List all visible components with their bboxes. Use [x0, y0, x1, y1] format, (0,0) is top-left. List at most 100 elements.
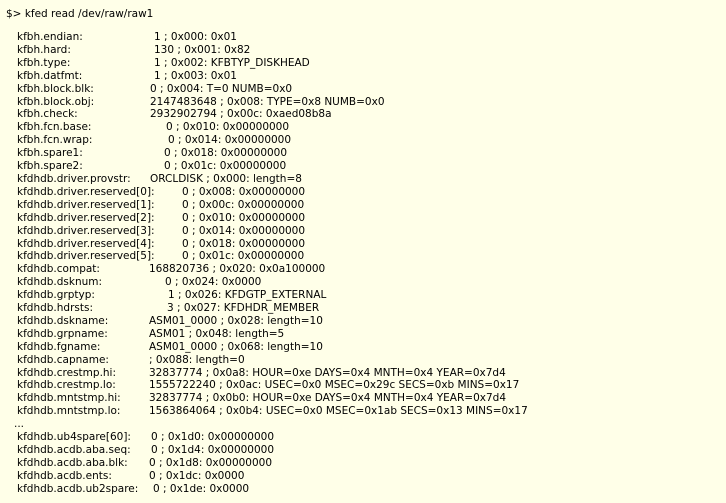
- field-value: 0 ; 0x1de: 0x0000: [153, 482, 250, 495]
- output-line: kfdhdb.dskname: ASM01_0000 ; 0x028: lengt…: [17, 315, 323, 328]
- field-name: kfdhdb.acdb.aba.blk:: [17, 456, 128, 469]
- field-name: kfdhdb.compat:: [17, 263, 100, 276]
- output-line: kfdhdb.driver.reserved[0]: 0 ; 0x008: 0x0…: [17, 186, 305, 199]
- field-name: kfdhdb.capname:: [17, 353, 109, 366]
- field-name: kfdhdb.grptyp:: [17, 289, 95, 302]
- output-line: kfbh.fcn.wrap: 0 ; 0x014: 0x00000000: [17, 134, 291, 147]
- field-value: 0 ; 0x01c: 0x00000000: [164, 160, 287, 173]
- output-line: kfdhdb.fgname: ASM01_0000 ; 0x068: length…: [17, 341, 323, 354]
- field-value: 0 ; 0x008: 0x00000000: [182, 185, 306, 198]
- field-name: kfbh.datfmt:: [17, 69, 83, 82]
- field-name: kfbh.fcn.base:: [17, 121, 92, 134]
- field-value: 1 ; 0x000: 0x01: [154, 31, 237, 43]
- field-name: kfdhdb.acdb.aba.seq:: [17, 444, 131, 456]
- field-name: kfbh.type:: [17, 56, 71, 69]
- field-value: 32837774 ; 0x0a8: HOUR=0xe DAYS=0x4 MNTH…: [149, 366, 506, 379]
- output-line: kfdhdb.driver.provstr: ORCLDISK ; 0x000: …: [17, 173, 302, 186]
- field-value: 0 ; 0x018: 0x00000000: [164, 147, 288, 160]
- field-name: kfdhdb.crestmp.lo:: [17, 379, 116, 392]
- field-name: kfdhdb.acdb.ub2spare:: [17, 482, 139, 495]
- output-line: kfbh.spare2: 0 ; 0x01c: 0x00000000: [17, 160, 286, 173]
- field-name: kfdhdb.dskname:: [17, 314, 109, 327]
- field-name: kfbh.block.blk:: [17, 82, 94, 95]
- field-value: ASM01_0000 ; 0x068: length=10: [149, 340, 323, 353]
- field-name: kfdhdb.grpname:: [17, 327, 108, 340]
- output-line: kfdhdb.hdrsts: 3 ; 0x027: KFDHDR_MEMBER: [17, 302, 319, 315]
- output-line: kfdhdb.dsknum: 0 ; 0x024: 0x0000: [17, 276, 261, 289]
- field-value: 0 ; 0x014: 0x00000000: [168, 134, 292, 147]
- field-name: kfdhdb.driver.reserved[3]:: [17, 224, 155, 237]
- field-name: kfdhdb.driver.reserved[5]:: [17, 250, 155, 263]
- field-name: kfdhdb.mntstmp.hi:: [17, 392, 121, 405]
- output-line: kfbh.check: 2932902794 ; 0x00c: 0xaed08b8…: [17, 108, 332, 121]
- field-name: kfbh.hard:: [17, 43, 71, 56]
- field-value: 0 ; 0x024: 0x0000: [165, 276, 262, 289]
- field-value: 0 ; 0x1d0: 0x00000000: [151, 431, 275, 444]
- field-name: kfdhdb.driver.provstr:: [17, 172, 131, 185]
- output-line: kfdhdb.crestmp.hi: 32837774 ; 0x0a8: HOUR…: [17, 367, 506, 380]
- output-line: kfbh.block.obj: 2147483648 ; 0x008: TYPE=…: [17, 96, 385, 109]
- field-value: 1 ; 0x002: KFBTYP_DISKHEAD: [154, 56, 310, 69]
- field-name: kfdhdb.crestmp.hi:: [17, 366, 117, 379]
- field-value: 1563864064 ; 0x0b4: USEC=0x0 MSEC=0x1ab …: [149, 405, 528, 418]
- output-line: kfdhdb.driver.reserved[5]: 0 ; 0x01c: 0x0…: [17, 250, 304, 263]
- output-line: kfdhdb.driver.reserved[3]: 0 ; 0x014: 0x0…: [17, 225, 305, 238]
- output-line: kfdhdb.acdb.aba.seq: 0 ; 0x1d4: 0x0000000…: [17, 444, 274, 457]
- field-name: kfbh.spare2:: [17, 160, 83, 173]
- field-value: 0 ; 0x1dc: 0x0000: [149, 469, 245, 482]
- field-value: 0 ; 0x00c: 0x00000000: [182, 198, 305, 211]
- field-name: kfdhdb.driver.reserved[1]:: [17, 198, 155, 211]
- field-name: kfdhdb.hdrsts:: [17, 302, 93, 315]
- field-value: 1555722240 ; 0x0ac: USEC=0x0 MSEC=0x29c …: [149, 379, 520, 392]
- field-value: 2932902794 ; 0x00c: 0xaed08b8a: [150, 108, 332, 121]
- field-name: kfdhdb.dsknum:: [17, 276, 103, 289]
- output-line: kfbh.datfmt: 1 ; 0x003: 0x01: [17, 70, 237, 83]
- field-value: 0 ; 0x018: 0x00000000: [182, 237, 306, 250]
- field-value: 32837774 ; 0x0b0: HOUR=0xe DAYS=0x4 MNTH…: [149, 392, 506, 405]
- output-line: kfdhdb.mntstmp.lo: 1563864064 ; 0x0b4: US…: [17, 405, 528, 418]
- field-value: ORCLDISK ; 0x000: length=8: [150, 172, 302, 185]
- output-line: kfdhdb.compat: 168820736 ; 0x020: 0x0a100…: [17, 263, 325, 276]
- output-line: kfbh.block.blk: 0 ; 0x004: T=0 NUMB=0x0: [17, 83, 292, 96]
- output-line: kfbh.fcn.base: 0 ; 0x010: 0x00000000: [17, 121, 289, 134]
- field-name: kfbh.spare1:: [17, 147, 83, 160]
- output-line: kfbh.type: 1 ; 0x002: KFBTYP_DISKHEAD: [17, 57, 310, 70]
- field-value: 0 ; 0x004: T=0 NUMB=0x0: [150, 82, 293, 95]
- field-value: 0 ; 0x014: 0x00000000: [182, 224, 306, 237]
- kfed-output: kfbh.endian: 1 ; 0x000: 0x01 kfbh.hard: 130…: [14, 31, 528, 496]
- output-line: kfdhdb.acdb.aba.blk: 0 ; 0x1d8: 0x0000000…: [17, 457, 272, 470]
- output-line: kfdhdb.mntstmp.hi: 32837774 ; 0x0b0: HOUR…: [17, 392, 506, 405]
- field-name: kfdhdb.driver.reserved[0]:: [17, 185, 155, 198]
- output-line: kfdhdb.capname: ; 0x088: length=0: [17, 354, 245, 367]
- field-value: ASM01_0000 ; 0x028: length=10: [149, 314, 323, 327]
- field-value: 130 ; 0x001: 0x82: [154, 43, 251, 56]
- field-value: 1 ; 0x026: KFDGTP_EXTERNAL: [168, 289, 327, 302]
- field-value: 1 ; 0x003: 0x01: [154, 69, 237, 82]
- field-value: 3 ; 0x027: KFDHDR_MEMBER: [167, 302, 320, 315]
- output-line: kfbh.endian: 1 ; 0x000: 0x01: [17, 31, 237, 44]
- field-name: kfbh.fcn.wrap:: [17, 134, 93, 147]
- output-line: kfdhdb.acdb.ents: 0 ; 0x1dc: 0x0000: [17, 470, 244, 483]
- field-name: kfdhdb.mntstmp.lo:: [17, 405, 121, 418]
- field-value: 0 ; 0x010: 0x00000000: [182, 211, 306, 224]
- output-line: kfdhdb.ub4spare[60]: 0 ; 0x1d0: 0x0000000…: [17, 431, 274, 444]
- output-line: kfdhdb.grpname: ASM01 ; 0x048: length=5: [17, 328, 284, 341]
- field-name: kfbh.check:: [17, 108, 78, 121]
- output-line: kfdhdb.driver.reserved[1]: 0 ; 0x00c: 0x0…: [17, 199, 304, 212]
- field-name: kfdhdb.driver.reserved[4]:: [17, 237, 155, 250]
- field-value: 0 ; 0x1d8: 0x00000000: [149, 456, 273, 469]
- field-name: kfbh.block.obj:: [17, 95, 95, 108]
- output-line: kfbh.spare1: 0 ; 0x018: 0x00000000: [17, 147, 287, 160]
- field-value: 168820736 ; 0x020: 0x0a100000: [149, 263, 326, 276]
- command-prompt: $> kfed read /dev/raw/raw1: [6, 8, 154, 20]
- field-value: ASM01 ; 0x048: length=5: [149, 327, 285, 340]
- field-value: 0 ; 0x01c: 0x00000000: [182, 250, 305, 263]
- field-name: kfdhdb.fgname:: [17, 340, 101, 353]
- terminal-window: $> kfed read /dev/raw/raw1 kfbh.endian: 1…: [0, 0, 726, 503]
- output-line: kfdhdb.crestmp.lo: 1555722240 ; 0x0ac: US…: [17, 379, 519, 392]
- output-line: kfdhdb.driver.reserved[2]: 0 ; 0x010: 0x0…: [17, 212, 305, 225]
- field-name: kfdhdb.driver.reserved[2]:: [17, 211, 155, 224]
- output-line: kfbh.hard: 130 ; 0x001: 0x82: [17, 44, 250, 57]
- field-name: kfdhdb.ub4spare[60]:: [17, 431, 131, 444]
- field-value: 0 ; 0x010: 0x00000000: [166, 121, 290, 134]
